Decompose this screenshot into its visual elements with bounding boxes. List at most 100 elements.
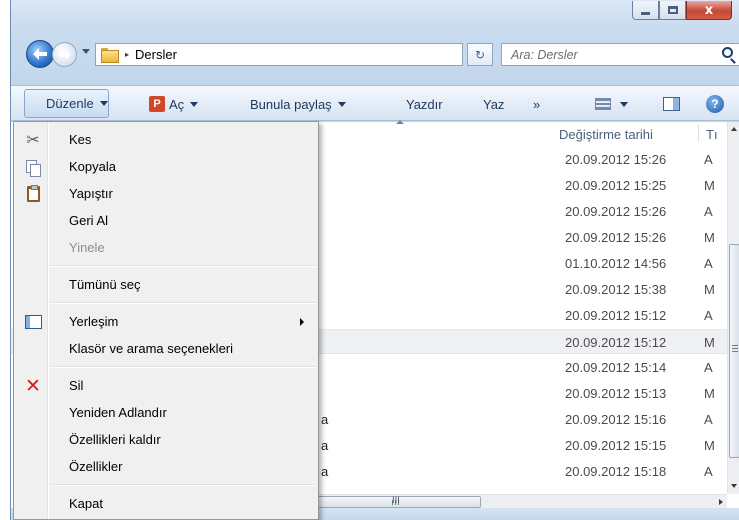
modified-date-cell: 20.09.2012 15:12 xyxy=(565,335,667,350)
address-bar[interactable]: ▸ Dersler xyxy=(95,43,540,66)
back-arrow-icon xyxy=(33,48,47,60)
file-name-cell: a xyxy=(321,464,329,479)
burn-label: Yaz xyxy=(483,96,505,112)
scroll-up-icon[interactable] xyxy=(731,127,737,131)
column-modified-date[interactable]: Değiştirme tarihi xyxy=(559,127,653,142)
more-commands-button[interactable]: » xyxy=(533,95,540,113)
vertical-scrollbar[interactable] xyxy=(727,122,739,494)
menu-item-paste[interactable]: Yapıştır xyxy=(16,180,316,207)
type-cell: M xyxy=(704,386,715,401)
search-placeholder: Ara: Dersler xyxy=(511,47,578,62)
open-button[interactable]: P Aç xyxy=(149,95,199,113)
refresh-button[interactable]: ↻ xyxy=(467,43,493,66)
grip-icon xyxy=(732,345,738,352)
menu-item-copy[interactable]: Kopyala xyxy=(16,153,316,180)
menu-item-select-all[interactable]: Tümünü seç xyxy=(16,271,316,298)
scroll-right-icon[interactable] xyxy=(719,499,723,505)
minimize-button[interactable] xyxy=(632,1,659,20)
print-button[interactable]: Yazdır xyxy=(406,95,443,113)
horizontal-scrollbar[interactable] xyxy=(316,494,727,508)
menu-separator xyxy=(50,302,316,304)
refresh-icon: ↻ xyxy=(474,47,486,62)
type-cell: A xyxy=(704,204,713,219)
caption-buttons: x xyxy=(632,1,732,20)
column-header: Değiştirme tarihi Tı xyxy=(559,122,739,144)
menu-item-undo[interactable]: Geri Al xyxy=(16,207,316,234)
modified-date-cell: 01.10.2012 14:56 xyxy=(565,256,667,271)
menu-item-label: Özellikleri kaldır xyxy=(69,432,161,447)
forward-button[interactable] xyxy=(52,42,77,67)
print-label: Yazdır xyxy=(406,96,443,112)
menu-item-layout[interactable]: Yerleşim xyxy=(16,308,316,335)
organize-label: Düzenle xyxy=(46,96,94,111)
clipboard-icon xyxy=(26,185,40,202)
menu-item-properties[interactable]: Özellikler xyxy=(16,453,316,480)
menu-separator xyxy=(50,366,316,368)
maximize-button[interactable] xyxy=(659,1,686,20)
type-cell: M xyxy=(704,438,715,453)
search-input[interactable]: Ara: Dersler xyxy=(501,43,739,66)
menu-item-cut[interactable]: ✂ Kes xyxy=(16,126,316,153)
menu-item-rename[interactable]: Yeniden Adlandır xyxy=(16,399,316,426)
type-cell: A xyxy=(704,256,713,271)
chevron-down-icon xyxy=(190,101,199,107)
breadcrumb-dersler[interactable]: Dersler xyxy=(135,47,177,62)
modified-date-cell: 20.09.2012 15:26 xyxy=(565,152,667,167)
help-icon: ? xyxy=(706,95,724,113)
help-button[interactable]: ? xyxy=(706,95,724,113)
modified-date-cell: 20.09.2012 15:14 xyxy=(565,360,667,375)
menu-item-folder-options[interactable]: Klasör ve arama seçenekleri xyxy=(16,335,316,362)
modified-date-cell: 20.09.2012 15:26 xyxy=(565,230,667,245)
column-type[interactable]: Tı xyxy=(706,127,718,142)
organize-button[interactable]: Düzenle xyxy=(24,89,109,118)
modified-date-cell: 20.09.2012 15:38 xyxy=(565,282,667,297)
minimize-icon xyxy=(641,11,650,15)
preview-pane-button[interactable] xyxy=(663,95,680,113)
menu-item-label: Yapıştır xyxy=(69,186,113,201)
vertical-scroll-thumb[interactable] xyxy=(729,244,739,458)
type-cell: A xyxy=(704,464,713,479)
share-label: Bunula paylaş xyxy=(250,96,332,112)
menu-item-remove-properties[interactable]: Özellikleri kaldır xyxy=(16,426,316,453)
menu-item-label: Tümünü seç xyxy=(69,277,141,292)
chevron-down-icon xyxy=(620,101,628,107)
search-icon[interactable] xyxy=(722,47,733,58)
menu-item-label: Geri Al xyxy=(69,213,109,228)
hscroll-grip-text: III xyxy=(392,496,400,506)
title-bar: x xyxy=(11,0,739,34)
breadcrumb-separator-icon[interactable]: ▸ xyxy=(125,50,129,59)
menu-item-label: Kes xyxy=(69,132,92,147)
change-view-button[interactable] xyxy=(595,95,628,113)
copy-icon xyxy=(26,159,41,177)
organize-menu: ✂ Kes Kopyala Yapıştır Geri Al Yinele Tü… xyxy=(13,121,319,520)
close-icon: x xyxy=(704,2,714,18)
preview-pane-icon xyxy=(663,97,680,111)
type-cell: A xyxy=(704,412,713,427)
menu-item-delete[interactable]: ✕ Sil xyxy=(16,372,316,399)
share-button[interactable]: Bunula paylaş xyxy=(250,95,346,113)
delete-icon: ✕ xyxy=(25,375,41,397)
chevron-down-icon xyxy=(337,101,346,107)
close-button[interactable]: x xyxy=(686,1,732,20)
scroll-down-icon[interactable] xyxy=(731,484,737,488)
recent-pages-dropdown[interactable] xyxy=(82,49,90,54)
modified-date-cell: 20.09.2012 15:12 xyxy=(565,308,667,323)
modified-date-cell: 20.09.2012 15:15 xyxy=(565,438,667,453)
type-cell: M xyxy=(704,335,715,350)
more-commands-icon: » xyxy=(533,96,541,112)
open-label: Aç xyxy=(169,96,185,112)
column-divider[interactable] xyxy=(698,124,699,142)
burn-button[interactable]: Yaz xyxy=(483,95,504,113)
type-cell: M xyxy=(704,178,715,193)
menu-item-close[interactable]: Kapat xyxy=(16,490,316,517)
forward-arrow-icon xyxy=(58,49,71,60)
command-bar: Düzenle P Aç Bunula paylaş Yazdır Yaz » ? xyxy=(11,85,739,121)
menu-separator xyxy=(50,484,316,486)
powerpoint-icon: P xyxy=(149,96,165,112)
type-cell: A xyxy=(704,308,713,323)
scissors-icon: ✂ xyxy=(26,132,40,149)
submenu-arrow-icon xyxy=(300,318,304,326)
back-button[interactable] xyxy=(26,40,54,68)
menu-item-label: Sil xyxy=(69,378,84,393)
menu-item-label: Kapat xyxy=(69,496,103,511)
